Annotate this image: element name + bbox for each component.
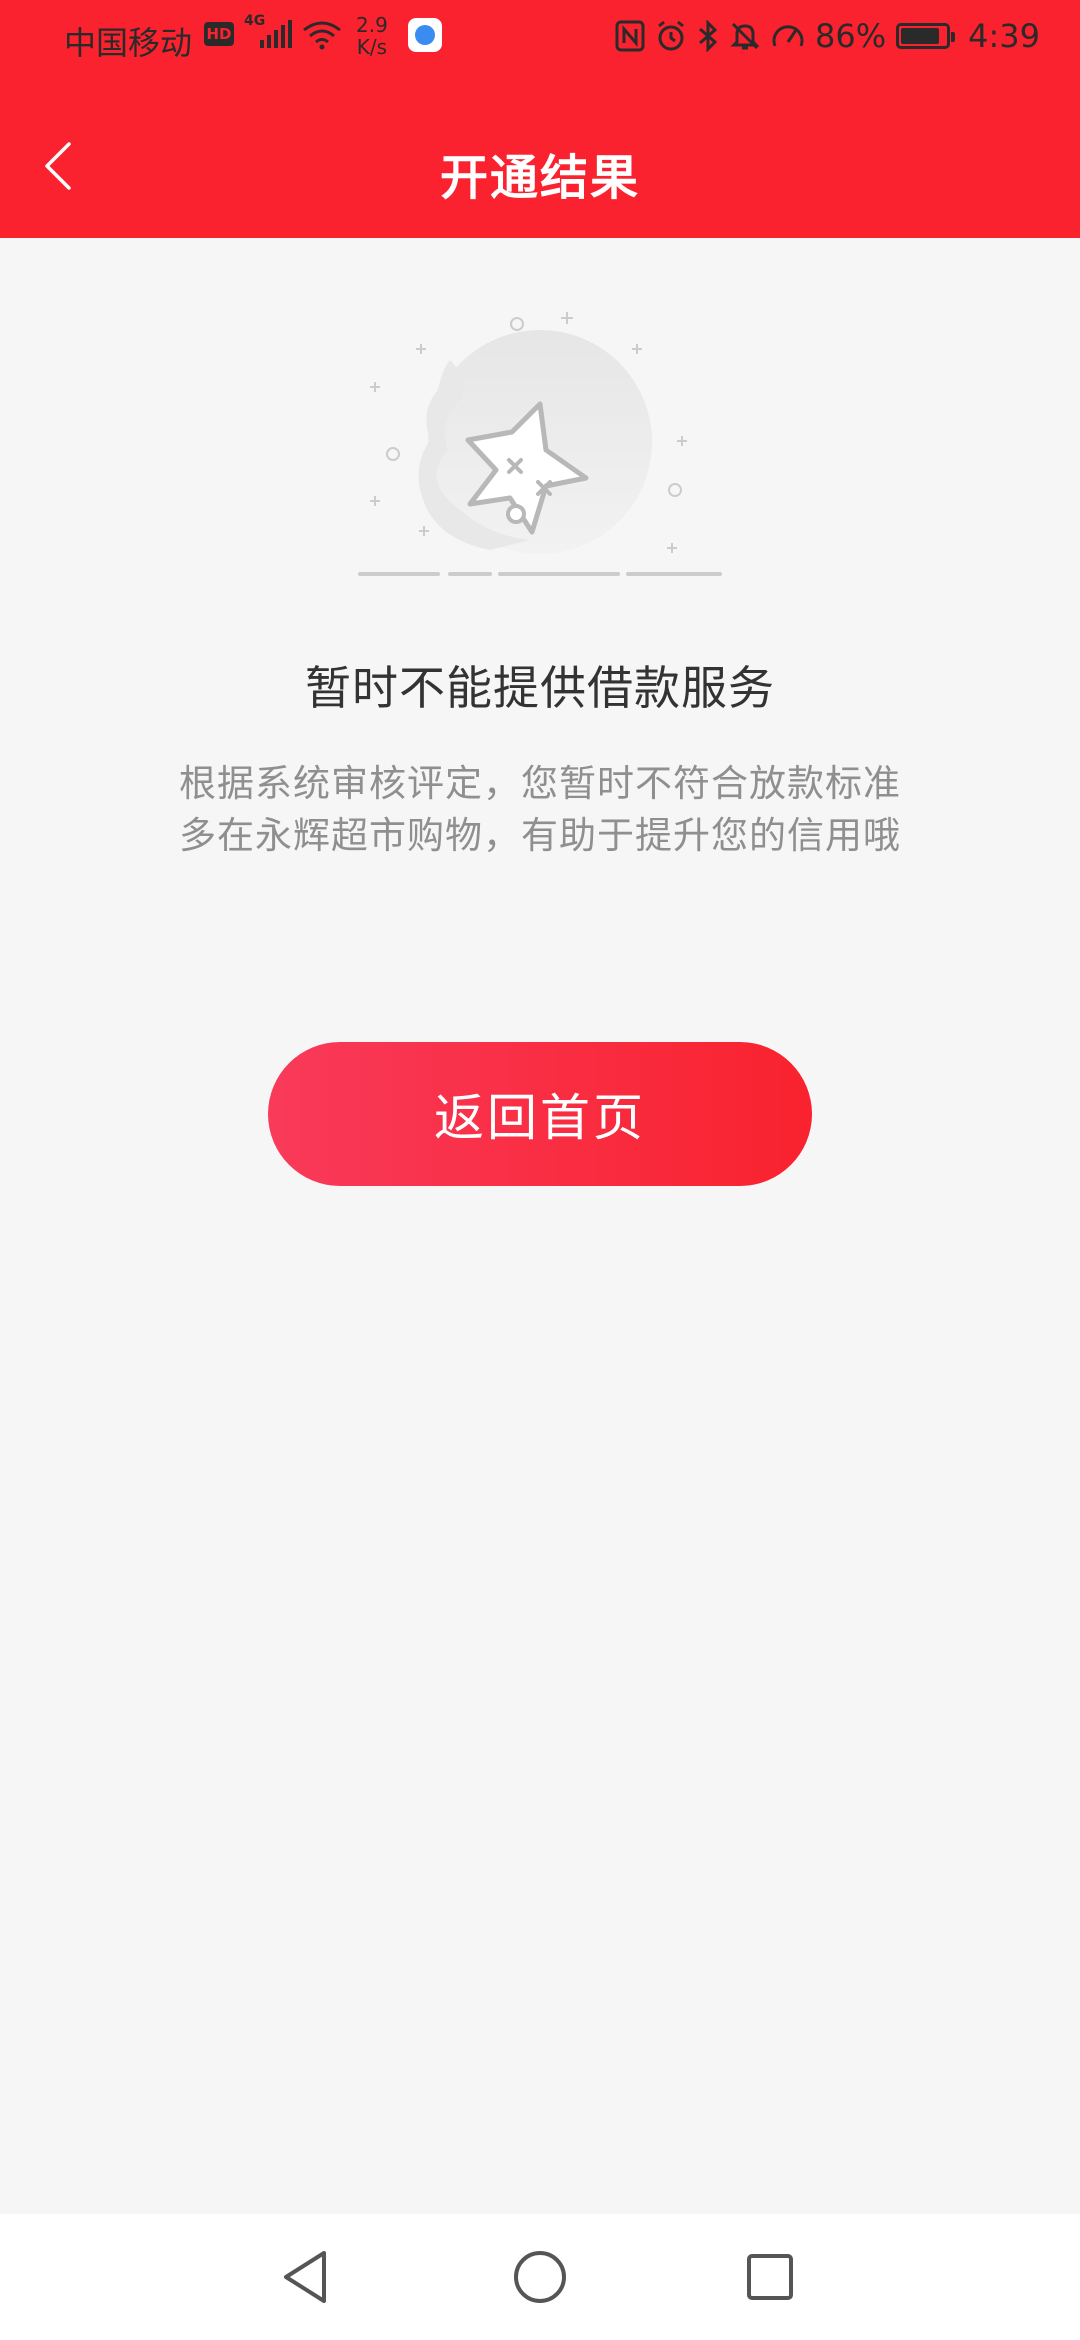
clock: 4:39	[968, 17, 1040, 55]
system-recents-button[interactable]	[737, 2244, 803, 2310]
result-description: 根据系统审核评定，您暂时不符合放款标准 多在永辉超市购物，有助于提升您的信用哦	[0, 758, 1080, 862]
result-description-line-1: 根据系统审核评定，您暂时不符合放款标准	[179, 762, 901, 805]
return-home-button[interactable]: 返回首页	[268, 1042, 812, 1186]
app-notification-icon	[408, 18, 442, 52]
nav-bar: 开通结果	[0, 100, 1080, 238]
alarm-icon	[658, 20, 684, 51]
wifi-icon	[303, 21, 341, 50]
battery-percent: 86%	[815, 17, 887, 55]
mute-icon	[730, 22, 760, 50]
page-title: 开通结果	[439, 150, 640, 206]
carrier-label: 中国移动	[64, 24, 193, 62]
system-back-button[interactable]	[272, 2244, 338, 2310]
speed-value: 2.9	[356, 13, 388, 37]
speed-unit: K/s	[356, 35, 388, 59]
back-triangle-icon	[284, 2251, 326, 2303]
hd-icon: HD	[204, 22, 234, 46]
network-speed: 2.9 K/s	[356, 14, 388, 58]
sad-star-illustration	[358, 312, 722, 576]
status-right-icons: 86% 4:39	[615, 16, 1040, 56]
signal-icon	[260, 20, 292, 48]
status-bar: 中国移动 HD 4G 2.9 K/s 86% 4:39	[0, 0, 1080, 76]
home-circle-icon	[514, 2251, 566, 2303]
battery-fill	[901, 28, 939, 44]
system-navigation-bar	[0, 2214, 1080, 2340]
system-home-button[interactable]	[507, 2244, 573, 2310]
recents-square-icon	[747, 2254, 793, 2300]
bluetooth-icon	[699, 20, 718, 52]
app-header: 中国移动 HD 4G 2.9 K/s 86% 4:39 开通结果	[0, 0, 1080, 238]
nfc-icon	[615, 20, 645, 52]
result-description-line-2: 多在永辉超市购物，有助于提升您的信用哦	[179, 814, 901, 857]
speed-meter-icon	[772, 25, 804, 47]
result-title: 暂时不能提供借款服务	[305, 661, 775, 715]
battery-icon	[896, 23, 956, 49]
